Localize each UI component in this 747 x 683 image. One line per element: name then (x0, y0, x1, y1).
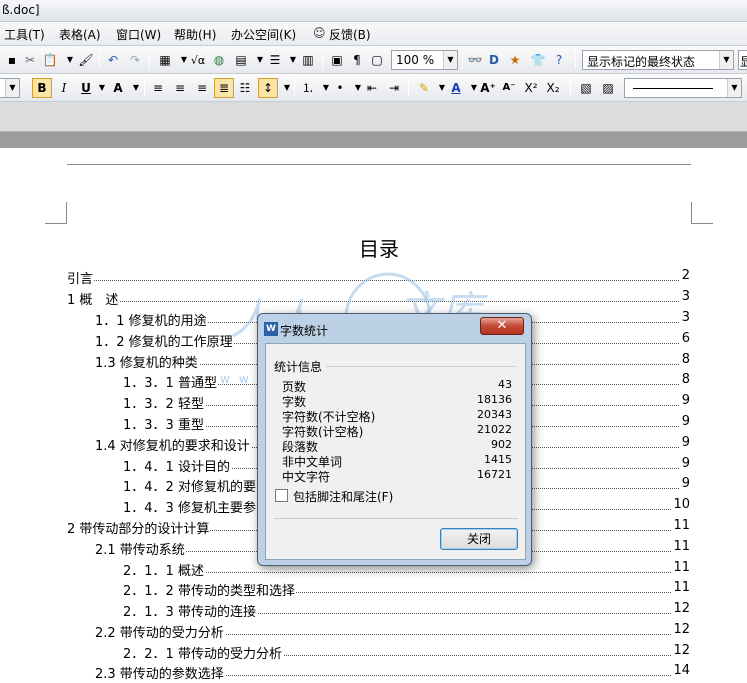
cut-icon[interactable]: ✂ (20, 50, 40, 70)
toc-entry: 2.3 带传动的参数选择 14 (95, 663, 690, 682)
align-center-icon[interactable]: ≡ (170, 78, 190, 98)
help-icon[interactable]: ? (549, 50, 569, 70)
justify-icon[interactable]: ≣ (214, 78, 234, 98)
include-footnotes-checkbox[interactable] (275, 489, 288, 502)
markup-state-select[interactable]: 显示标记的最终状态 ▼ (582, 50, 734, 70)
line-spacing-icon[interactable]: ↕ (258, 78, 278, 98)
columns-icon[interactable]: ☰ (265, 50, 285, 70)
align-right-icon[interactable]: ≡ (192, 78, 212, 98)
template-icon[interactable]: ★ (505, 50, 525, 70)
menu-bar: 工具(T) 表格(A) 窗口(W) 帮助(H) 办公空间(K) ☺ 反馈(B) (0, 22, 747, 46)
word-count-dialog: W 字数统计 ✕ 统计信息 页数 43 字数 18136 字符数(不计空格) 2034… (257, 313, 532, 566)
paste-icon[interactable]: 📋 (40, 50, 60, 70)
bullets-icon[interactable]: • (330, 78, 350, 98)
chevron-down-icon: ▼ (443, 51, 457, 69)
shirt-icon[interactable]: 👕 (528, 50, 548, 70)
document-map-icon[interactable]: ▣ (327, 50, 347, 70)
margin-corner-right (691, 202, 713, 224)
stat-row-chars-no-spaces: 字符数(不计空格) 20343 (282, 408, 512, 424)
paste-fragment-icon[interactable]: ▪ (2, 50, 22, 70)
line-style-select[interactable]: ▼ (624, 78, 742, 98)
toc-entry: 2.2 带传动的受力分析 12 (95, 622, 690, 641)
stat-row-non-chinese-words: 非中文单词 1415 (282, 453, 512, 469)
window-title: ß.doc] (2, 3, 40, 17)
margin-corner-left (45, 202, 67, 224)
shrink-font-icon[interactable]: A⁻ (499, 78, 519, 98)
stat-row-words: 字数 18136 (282, 393, 512, 409)
bold-icon[interactable]: B (32, 78, 52, 98)
font-effect-icon[interactable]: A (108, 78, 128, 98)
show-marks-icon[interactable]: ¶ (347, 50, 367, 70)
italic-icon[interactable]: I (54, 78, 74, 98)
border-icon[interactable]: ▧ (576, 78, 596, 98)
binoculars-icon[interactable]: 👓 (465, 50, 485, 70)
toc-entry: 引言 2 (67, 268, 690, 287)
display-select[interactable]: 显 (738, 50, 747, 70)
align-left-icon[interactable]: ≡ (148, 78, 168, 98)
stat-row-chars-with-spaces: 字符数(计空格) 21022 (282, 423, 512, 439)
subscript-icon[interactable]: X₂ (543, 78, 563, 98)
header-line (67, 164, 691, 165)
stat-row-chinese-chars: 中文字符 16721 (282, 468, 512, 484)
table-icon[interactable]: ▤ (231, 50, 251, 70)
feedback-icon: ☺ (313, 26, 326, 40)
menu-feedback[interactable]: 反馈(B) (329, 26, 371, 43)
line-style-preview (633, 88, 713, 89)
document-icon[interactable]: D (484, 50, 504, 70)
distributed-icon[interactable]: ☷ (235, 78, 255, 98)
formula-icon[interactable]: √α (188, 50, 208, 70)
stat-row-pages: 页数 43 (282, 378, 512, 394)
grow-font-icon[interactable]: A⁺ (478, 78, 498, 98)
menu-window[interactable]: 窗口(W) (116, 26, 161, 43)
chevron-down-icon: ▼ (5, 79, 19, 97)
globe-icon[interactable]: ◍ (209, 50, 229, 70)
font-effect-dropdown-icon[interactable]: ▼ (126, 78, 146, 98)
formatting-toolbar: ▼ B I U ▼ A ▼ ≡ ≡ ≡ ≣ ☷ ↕ ▼ ⒈ ▼ • ▼ ⇤ ⇥ … (0, 74, 747, 102)
format-painter-icon[interactable]: 🖌 (76, 50, 96, 70)
ruler-area (0, 102, 747, 132)
font-color-icon[interactable]: A (446, 78, 466, 98)
decrease-indent-icon[interactable]: ⇤ (362, 78, 382, 98)
stat-row-paragraphs: 段落数 902 (282, 438, 512, 454)
wps-app-icon: W (264, 322, 278, 336)
menu-office-space[interactable]: 办公空间(K) (231, 26, 296, 43)
menu-table[interactable]: 表格(A) (59, 26, 101, 43)
close-icon[interactable]: ✕ (480, 317, 524, 335)
highlight-icon[interactable]: ✎ (414, 78, 434, 98)
workspace-gap (0, 132, 747, 148)
close-button[interactable]: 关闭 (440, 528, 518, 550)
dialog-body: 统计信息 页数 43 字数 18136 字符数(不计空格) 20343 字符数(计空格… (265, 343, 526, 560)
stats-group-title: 统计信息 (274, 360, 323, 374)
drawing-icon[interactable]: ▥ (298, 50, 318, 70)
include-footnotes-label: 包括脚注和尾注(F) (293, 490, 394, 504)
chevron-down-icon: ▼ (719, 51, 733, 69)
chevron-down-icon: ▼ (727, 79, 741, 97)
shading-icon[interactable]: ▨ (598, 78, 618, 98)
toc-entry: 1 概 述3 (67, 289, 690, 308)
dialog-title: 字数统计 (280, 324, 329, 338)
zoom-select[interactable]: 100 % ▼ (391, 50, 458, 70)
title-bar: ß.doc] (0, 0, 747, 22)
menu-tools[interactable]: 工具(T) (4, 26, 45, 43)
group-divider (326, 366, 516, 367)
toc-entry: 2．1．3 带传动的连接 12 (123, 601, 690, 620)
reading-view-icon[interactable]: ▢ (367, 50, 387, 70)
toc-entry: 2．1．2 带传动的类型和选择 11 (123, 580, 690, 599)
undo-icon[interactable]: ↶ (103, 50, 123, 70)
redo-icon[interactable]: ↷ (125, 50, 145, 70)
numbering-icon[interactable]: ⒈ (298, 78, 318, 98)
menu-help[interactable]: 帮助(H) (174, 26, 216, 43)
dialog-divider (274, 518, 518, 519)
increase-indent-icon[interactable]: ⇥ (384, 78, 404, 98)
insert-table-icon[interactable]: ▦ (155, 50, 175, 70)
superscript-icon[interactable]: X² (521, 78, 541, 98)
toc-title: 目录 (359, 237, 399, 261)
standard-toolbar: ▪ ✂ 📋 ▼ 🖌 ↶ ↷ ▦ ▼ √α ◍ ▤ ▼ ☰ ▼ ▥ ▣ ¶ ▢ 1… (0, 46, 747, 74)
font-size-select[interactable]: ▼ (0, 78, 20, 98)
toc-entry: 2．2．1 带传动的受力分析 12 (123, 643, 690, 662)
